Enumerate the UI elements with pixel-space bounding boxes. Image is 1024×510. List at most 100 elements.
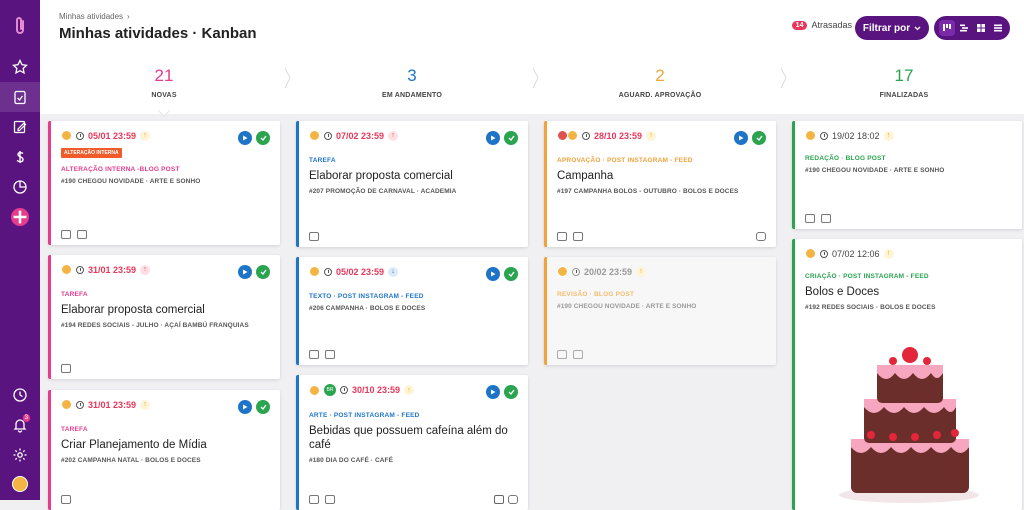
kanban-icon bbox=[942, 24, 951, 31]
task-card[interactable]: 05/01 23:59 ↑ ALTERAÇÃO INTERNA ALTERAÇÃ… bbox=[48, 121, 280, 245]
card-actions bbox=[238, 131, 270, 145]
assignee-avatar[interactable] bbox=[805, 130, 816, 141]
assignee-avatar[interactable] bbox=[567, 130, 578, 141]
card-project: #202 CAMPANHA NATAL · BOLOS E DOCES bbox=[61, 457, 201, 464]
column-divider-icon bbox=[532, 67, 539, 89]
play-icon bbox=[243, 135, 248, 141]
assignee-avatar[interactable] bbox=[61, 399, 72, 410]
column-header-new[interactable]: 21 NOVAS bbox=[40, 56, 288, 114]
sidebar-activities[interactable] bbox=[0, 82, 40, 112]
priority-up-icon: ↑ bbox=[140, 399, 151, 410]
gantt-view-button[interactable] bbox=[956, 20, 972, 36]
play-button[interactable] bbox=[486, 131, 500, 145]
kanban-view-button[interactable] bbox=[938, 20, 955, 36]
comment-icon[interactable] bbox=[805, 214, 815, 223]
play-icon bbox=[491, 135, 496, 141]
image-icon[interactable] bbox=[821, 214, 831, 223]
card-type: ALTERAÇÃO INTERNA -BLOG POST bbox=[61, 166, 180, 173]
assignee-initials[interactable]: BR bbox=[324, 384, 336, 396]
filter-button[interactable]: Filtrar por bbox=[855, 16, 929, 40]
task-card[interactable]: 28/10 23:59 ↑ APROVAÇÃO · POST INSTAGRAM… bbox=[544, 121, 776, 247]
task-card[interactable]: 31/01 23:59 ↑ TAREFA Elaborar proposta c… bbox=[48, 255, 280, 379]
card-meta: 20/02 23:59 ↑ bbox=[557, 266, 766, 277]
check-icon bbox=[260, 135, 267, 141]
sidebar-notifications[interactable]: 3 bbox=[0, 410, 40, 440]
task-card[interactable]: 07/02 12:06 ↑ CRIAÇÃO · POST INSTAGRAM -… bbox=[792, 239, 1022, 510]
task-card[interactable]: 19/02 18:02 ↑ REDAÇÃO · BLOG POST #190 C… bbox=[792, 121, 1022, 229]
play-button[interactable] bbox=[238, 400, 252, 414]
due-date: 28/10 23:59 bbox=[594, 130, 643, 141]
play-button[interactable] bbox=[486, 385, 500, 399]
column-header-awaiting-approval[interactable]: 2 AGUARD. APROVAÇÃO bbox=[536, 56, 784, 114]
comment-icon[interactable] bbox=[61, 230, 71, 239]
complete-button[interactable] bbox=[504, 385, 518, 399]
card-actions bbox=[734, 131, 766, 145]
list-view-button[interactable] bbox=[990, 20, 1006, 36]
sidebar-settings[interactable] bbox=[0, 440, 40, 470]
task-card[interactable]: 05/02 23:59 ↓ TEXTO · POST INSTAGRAM - F… bbox=[296, 257, 528, 365]
card-meta: 19/02 18:02 ↑ bbox=[805, 130, 1012, 141]
assignee-avatar[interactable] bbox=[61, 264, 72, 275]
sidebar-favorites[interactable] bbox=[0, 52, 40, 82]
card-title: Elaborar proposta comercial bbox=[61, 304, 205, 316]
clock-icon bbox=[324, 131, 332, 140]
column-count: 17 bbox=[894, 66, 914, 85]
grid-view-button[interactable] bbox=[973, 20, 989, 36]
complete-button[interactable] bbox=[256, 400, 270, 414]
play-button[interactable] bbox=[486, 267, 500, 281]
app-logo[interactable] bbox=[0, 0, 40, 52]
comment-icon[interactable] bbox=[557, 232, 567, 241]
sidebar-financial[interactable] bbox=[0, 142, 40, 172]
star-icon bbox=[12, 59, 28, 75]
complete-button[interactable] bbox=[504, 131, 518, 145]
completed-date: 19/02 18:02 bbox=[832, 130, 880, 141]
comment-icon[interactable] bbox=[309, 232, 319, 241]
sidebar-reports[interactable] bbox=[0, 172, 40, 202]
breadcrumb-item[interactable]: Minhas atividades bbox=[59, 12, 123, 21]
comment-icon[interactable] bbox=[61, 364, 71, 373]
assignee-avatar[interactable] bbox=[805, 248, 816, 259]
due-date: 05/01 23:59 bbox=[88, 130, 137, 141]
play-button[interactable] bbox=[734, 131, 748, 145]
sidebar-add[interactable] bbox=[0, 202, 40, 232]
column-label: FINALIZADAS bbox=[879, 92, 929, 99]
image-icon[interactable] bbox=[573, 232, 583, 241]
comment-icon[interactable] bbox=[557, 350, 567, 359]
priority-up-icon: ↑ bbox=[646, 130, 657, 141]
column-count: 2 bbox=[655, 66, 665, 85]
late-indicator[interactable]: 14 Atrasadas bbox=[791, 20, 852, 30]
sidebar-history[interactable] bbox=[0, 380, 40, 410]
clock-icon bbox=[76, 265, 84, 274]
play-button[interactable] bbox=[238, 131, 252, 145]
comment-icon[interactable] bbox=[309, 350, 319, 359]
task-card[interactable]: 20/02 23:59 ↑ REVISÃO · BLOG POST #190 C… bbox=[544, 257, 776, 365]
sidebar-edit[interactable] bbox=[0, 112, 40, 142]
assignee-avatar[interactable] bbox=[309, 384, 320, 396]
column-header-finished[interactable]: 17 FINALIZADAS bbox=[784, 56, 1024, 114]
image-icon[interactable] bbox=[325, 350, 335, 359]
card-project: #190 CHEGOU NOVIDADE · ARTE E SONHO bbox=[557, 303, 697, 310]
column-label: NOVAS bbox=[151, 92, 177, 99]
column-header-in-progress[interactable]: 3 EM ANDAMENTO bbox=[288, 56, 536, 114]
task-card[interactable]: 31/01 23:59 ↑ TAREFA Criar Planejamento … bbox=[48, 390, 280, 510]
task-card[interactable]: 07/02 23:59 ↑ TAREFA Elaborar proposta c… bbox=[296, 121, 528, 247]
complete-button[interactable] bbox=[256, 131, 270, 145]
image-icon[interactable] bbox=[573, 350, 583, 359]
play-button[interactable] bbox=[238, 265, 252, 279]
assignee-avatar[interactable] bbox=[557, 266, 568, 277]
image-icon[interactable] bbox=[77, 230, 87, 239]
complete-button[interactable] bbox=[504, 267, 518, 281]
assignee-avatar[interactable] bbox=[61, 130, 72, 141]
breadcrumb: Minhas atividades › bbox=[59, 12, 130, 21]
card-actions bbox=[238, 400, 270, 414]
check-icon bbox=[756, 135, 763, 141]
complete-button[interactable] bbox=[752, 131, 766, 145]
user-avatar[interactable] bbox=[12, 476, 28, 492]
assignee-avatar[interactable] bbox=[309, 266, 320, 277]
column-divider-icon bbox=[780, 67, 787, 89]
assignee-avatar[interactable] bbox=[309, 130, 320, 141]
task-card[interactable]: BR 30/10 23:59 ↑ ARTE · POST INSTAGRAM -… bbox=[296, 375, 528, 510]
filter-button-label: Filtrar por bbox=[862, 22, 911, 34]
complete-button[interactable] bbox=[256, 265, 270, 279]
card-thumbnail-image[interactable] bbox=[809, 335, 1011, 505]
